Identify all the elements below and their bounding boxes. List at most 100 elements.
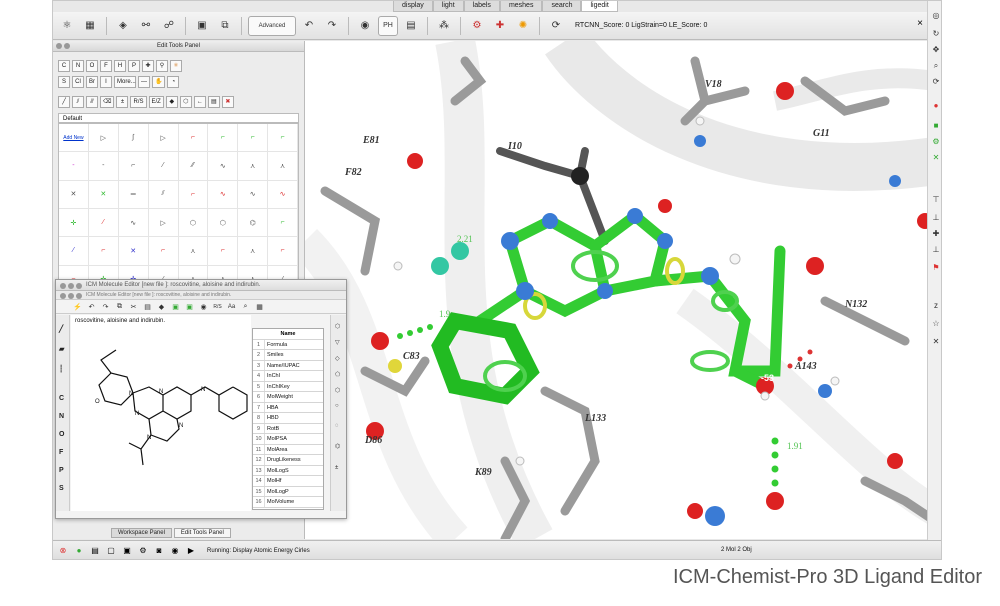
element-button[interactable]: F (100, 60, 112, 72)
ez-button[interactable]: E/Z (148, 96, 164, 108)
link-icon[interactable]: ⚲ (156, 60, 168, 72)
rs-button[interactable]: R/S (130, 96, 147, 108)
eraser-icon[interactable]: ◆ (156, 303, 167, 311)
close-icon[interactable]: ✕ (931, 153, 941, 163)
color-icon[interactable]: ● (931, 101, 941, 111)
list-icon[interactable]: ▤ (89, 545, 101, 557)
element-button[interactable]: Cl (72, 76, 84, 88)
delete-icon[interactable]: ✖ (221, 96, 234, 108)
element-button[interactable]: P (128, 60, 140, 72)
fragment-cell[interactable]: ⁄⁄ (178, 152, 209, 181)
ring-icon[interactable]: ⬡ (179, 96, 192, 108)
target-icon[interactable]: ◉ (198, 303, 209, 311)
refresh-icon[interactable]: ⟳ (931, 77, 941, 87)
fragment-cell[interactable]: ⫽ (148, 180, 179, 209)
element-n[interactable]: N (59, 413, 64, 420)
target-icon[interactable]: ◉ (355, 16, 375, 36)
undo-icon[interactable]: ↶ (299, 16, 319, 36)
advanced-button[interactable]: Advanced (248, 15, 296, 36)
ring-size-icon[interactable]: ◌ (335, 423, 339, 429)
green-icon[interactable]: ■ (931, 121, 941, 131)
fragment-cell[interactable]: ▷ (148, 208, 179, 238)
lightning-icon[interactable]: ⚡ (72, 303, 83, 311)
fragment-cell[interactable]: ✕ (88, 180, 119, 209)
align-icon[interactable]: ⊥ (931, 213, 941, 223)
fragment-cell[interactable]: ‐ (88, 152, 119, 181)
minimize-icon[interactable]: ✚ (490, 16, 510, 36)
window-close-icon[interactable] (60, 283, 66, 289)
x-icon[interactable]: ✕ (931, 337, 941, 347)
tab-meshes[interactable]: meshes (499, 1, 543, 12)
ligand-icon[interactable]: ☍ (159, 16, 179, 36)
fragment-cell[interactable]: ⁄ (88, 208, 119, 238)
fragment-cell[interactable]: ⋏ (238, 152, 269, 181)
minus-icon[interactable]: — (138, 76, 150, 88)
target-icon[interactable]: ◎ (931, 11, 941, 21)
fragment-cell[interactable]: ∫ (118, 124, 149, 153)
fragment-cell[interactable]: ⌐ (208, 237, 239, 266)
cut-icon[interactable]: ✂ (128, 303, 139, 311)
hexagon-icon[interactable]: ⬡ (335, 323, 340, 330)
window-zoom-icon[interactable] (76, 283, 82, 289)
fragment-cell[interactable]: ⁄ (59, 237, 89, 266)
tab-workspace-panel[interactable]: Workspace Panel (111, 528, 172, 538)
plus-icon[interactable]: ✚ (931, 229, 941, 239)
property-row[interactable]: 15 MolLogP (253, 486, 323, 497)
copy-icon[interactable]: ⧉ (114, 303, 125, 311)
property-row[interactable]: 1 Formula (253, 339, 323, 350)
table-icon[interactable]: ▤ (401, 16, 421, 36)
element-button[interactable]: N (72, 60, 84, 72)
fragment-cell[interactable]: ⌐ (268, 237, 298, 266)
select-icon[interactable]: ◈ (113, 16, 133, 36)
property-row[interactable]: 13 MolLogS (253, 465, 323, 476)
molecule-icon[interactable]: ⚛ (57, 16, 77, 36)
fragment-cell[interactable]: ⋏ (268, 152, 298, 181)
star-icon[interactable]: ☆ (931, 319, 941, 329)
element-c[interactable]: C (59, 395, 64, 402)
diamond-icon[interactable]: ◇ (335, 355, 340, 362)
flag-icon[interactable]: ⚑ (931, 263, 941, 273)
triangle-icon[interactable]: ▽ (335, 339, 340, 346)
hydrogen-icon[interactable]: ⚯ (136, 16, 156, 36)
property-row[interactable]: 14 MolHf (253, 476, 323, 487)
property-row[interactable]: 9 RotB (253, 423, 323, 434)
window-icon[interactable]: ▣ (121, 545, 133, 557)
tab-ligedit[interactable]: ligedit (581, 1, 618, 12)
tab-edit-tools-panel[interactable]: Edit Tools Panel (173, 528, 231, 538)
3d-viewport[interactable]: V18 G11 E81 F82 I10 C83 L133 A143 N132 K… (305, 41, 935, 539)
image-icon[interactable]: ▦ (80, 16, 100, 36)
window-dot-icon[interactable] (56, 43, 62, 49)
fragment-cell[interactable]: ∿ (208, 180, 239, 209)
fragment-cell[interactable]: ⬡ (178, 208, 209, 238)
mol-editor-icon[interactable]: ▣ (192, 16, 212, 36)
element-f[interactable]: F (59, 449, 63, 456)
property-row[interactable]: 4 InChI (253, 371, 323, 382)
add-new-fragment-link[interactable]: Add New (59, 124, 89, 153)
gauge-icon[interactable]: ◔ (167, 76, 180, 88)
element-button[interactable]: O (86, 60, 98, 72)
fragment-icon[interactable]: ⚛ (170, 60, 182, 72)
fragment-cell[interactable]: ✕ (59, 180, 89, 209)
charge-icon[interactable]: ± (335, 465, 338, 471)
fragment-cell[interactable]: ‐ (59, 152, 89, 181)
bold-bond-icon[interactable]: ▰ (59, 345, 64, 353)
go-icon[interactable]: ● (73, 545, 85, 557)
undo-icon[interactable]: ↶ (86, 303, 97, 311)
element-button[interactable]: I (100, 76, 112, 88)
convert-icon[interactable]: ▣ (184, 303, 195, 311)
fragment-cell[interactable]: ⌐ (178, 124, 209, 153)
close-panel-button[interactable]: × (917, 18, 923, 29)
fragment-cell[interactable]: ⌬ (238, 208, 269, 238)
add-icon[interactable]: ✚ (142, 60, 154, 72)
eraser-icon[interactable]: ◆ (165, 96, 178, 108)
fragment-cell[interactable]: ═ (118, 180, 149, 209)
align-icon[interactable]: ⊤ (931, 195, 941, 205)
arrow-left-icon[interactable]: ← (193, 96, 206, 108)
element-s[interactable]: S (59, 485, 64, 492)
eraser-icon[interactable]: ⌫ (100, 96, 115, 108)
property-row[interactable]: 12 DrugLikeness (253, 455, 323, 466)
pentagon-icon[interactable]: ⬠ (335, 371, 340, 378)
fragment-icon[interactable]: ⧉ (215, 16, 235, 36)
molecule-canvas[interactable]: roscovitine, aloisine and indirubin. ON … (71, 315, 251, 511)
refresh-icon[interactable]: ⟳ (546, 16, 566, 36)
